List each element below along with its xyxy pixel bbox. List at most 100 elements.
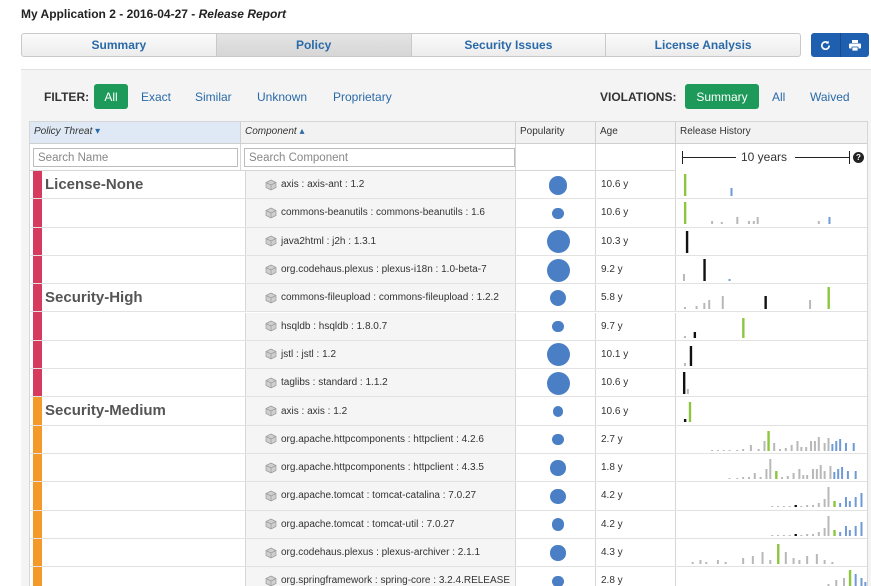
release-bar[interactable] [823,499,826,508]
release-bar[interactable] [742,317,745,338]
component-cell[interactable]: org.apache.httpcomponents : httpclient :… [245,425,516,453]
release-bar[interactable] [848,501,851,508]
release-bar[interactable] [716,559,719,564]
release-bar[interactable] [751,555,754,564]
violations-summary-button[interactable]: Summary [685,84,759,109]
release-bar[interactable] [683,362,686,366]
print-button[interactable] [841,33,870,57]
table-row[interactable]: org.apache.httpcomponents : httpclient :… [30,454,867,483]
release-bar[interactable] [736,449,739,451]
release-bar[interactable] [835,440,838,451]
release-bar[interactable] [703,258,706,281]
table-row[interactable]: axis : axis-ant : 1.2 10.6 y [30,171,867,200]
filter-all-button[interactable]: All [94,84,128,109]
release-bar[interactable] [764,296,767,310]
release-bar[interactable] [854,574,857,586]
release-bar[interactable] [777,543,780,564]
release-bar[interactable] [798,469,801,479]
table-row[interactable]: org.springframework : spring-core : 3.2.… [30,567,867,586]
filter-proprietary-link[interactable]: Proprietary [333,90,392,104]
release-bar[interactable] [779,448,781,451]
release-bar[interactable] [736,478,739,479]
release-bar[interactable] [802,475,805,479]
tab-security-issues[interactable]: Security Issues [412,34,607,56]
release-bar[interactable] [757,448,760,451]
release-bar[interactable] [860,521,863,536]
table-row[interactable]: org.codehaus.plexus : plexus-archiver : … [30,538,867,568]
release-bar[interactable] [843,578,846,586]
release-bar[interactable] [724,561,727,564]
release-bar[interactable] [800,534,803,536]
refresh-button[interactable] [811,33,841,57]
release-bar[interactable] [796,440,799,451]
release-bar[interactable] [759,477,762,479]
release-bar[interactable] [827,287,830,310]
table-row[interactable]: org.apache.tomcat : tomcat-catalina : 7.… [30,482,867,511]
release-bar[interactable] [761,551,764,564]
release-bar[interactable] [806,475,809,479]
violations-waived-link[interactable]: Waived [810,90,850,104]
release-bar[interactable] [767,430,770,451]
release-bar[interactable] [782,534,785,536]
release-bar[interactable] [784,447,787,451]
release-bar[interactable] [817,436,820,451]
release-bar[interactable] [711,449,714,451]
component-cell[interactable]: commons-fileupload : commons-fileupload … [245,284,516,312]
release-bar[interactable] [708,300,711,310]
column-header-policy-threat[interactable]: Policy Threat ▾ [30,122,241,144]
component-cell[interactable]: org.codehaus.plexus : plexus-i18n : 1.0-… [245,255,516,284]
release-bar[interactable] [794,533,797,536]
component-cell[interactable]: hsqldb : hsqldb : 1.8.0.7 [245,312,516,340]
release-bar[interactable] [860,493,863,508]
release-bar[interactable] [685,230,689,253]
release-bar[interactable] [817,531,820,536]
table-row[interactable]: axis : axis : 1.2 10.6 y [30,397,867,426]
release-bar[interactable] [811,505,814,508]
release-bar[interactable] [806,555,809,564]
release-bar[interactable] [846,471,849,479]
release-bar[interactable] [775,471,778,479]
release-bar[interactable] [854,497,857,508]
release-bar[interactable] [699,559,702,564]
tab-summary[interactable]: Summary [22,34,217,56]
release-bar[interactable] [763,440,766,451]
release-bar[interactable] [848,529,851,536]
column-header-component[interactable]: Component ▴ [241,122,516,144]
release-bar[interactable] [720,222,723,225]
release-bar[interactable] [827,515,830,536]
release-bar[interactable] [788,506,791,508]
table-row[interactable]: org.apache.httpcomponents : httpclient :… [30,425,867,454]
release-bar[interactable] [716,449,719,451]
filter-similar-link[interactable]: Similar [195,90,232,104]
release-bar[interactable] [688,402,692,423]
release-bar[interactable] [780,477,783,479]
table-row[interactable]: commons-fileupload : commons-fileupload … [30,284,867,313]
release-bar[interactable] [823,559,826,564]
filter-unknown-link[interactable]: Unknown [257,90,307,104]
component-cell[interactable]: java2html : j2h : 1.3.1 [245,227,516,255]
release-bar[interactable] [837,469,840,479]
release-bar[interactable] [794,505,797,508]
release-bar[interactable] [839,438,842,451]
release-bar[interactable] [828,217,831,225]
release-bar[interactable] [813,440,816,451]
table-row[interactable]: java2html : j2h : 1.3.1 10.3 y [30,227,867,256]
tab-policy[interactable]: Policy [216,34,412,56]
release-bar[interactable] [784,551,787,564]
release-bar[interactable] [769,559,772,564]
release-bar[interactable] [805,446,808,451]
release-bar[interactable] [811,469,814,479]
release-bar[interactable] [810,440,813,451]
release-bar[interactable] [811,533,814,536]
table-row[interactable]: org.apache.tomcat : tomcat-util : 7.0.27… [30,510,867,539]
release-bar[interactable] [771,534,774,536]
tab-license-analysis[interactable]: License Analysis [606,34,800,56]
release-bar[interactable] [817,503,820,508]
release-bar[interactable] [831,561,834,564]
component-cell[interactable]: commons-beanutils : commons-beanutils : … [245,199,516,227]
release-bar[interactable] [749,444,752,451]
component-cell[interactable]: taglibs : standard : 1.1.2 [245,369,516,397]
release-bar[interactable] [839,531,842,536]
release-bar[interactable] [827,487,830,508]
release-bar[interactable] [833,472,836,479]
